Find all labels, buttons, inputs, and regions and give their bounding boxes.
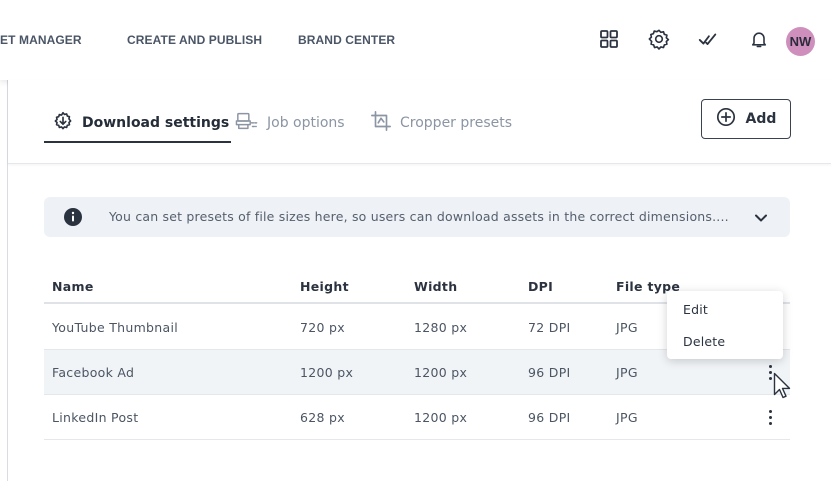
cell-dpi: 96 DPI: [528, 410, 571, 425]
settings-tabs-bar: Download settings Job options Cropper pr…: [8, 80, 831, 164]
cell-height: 720 px: [300, 320, 345, 335]
row-actions-more-icon[interactable]: [763, 406, 777, 428]
tab-label: Download settings: [82, 115, 230, 131]
column-header-dpi[interactable]: DPI: [528, 279, 553, 294]
menu-item-delete[interactable]: Delete: [683, 334, 725, 349]
grid-icon[interactable]: [598, 28, 620, 50]
cell-name: Facebook Ad: [52, 365, 135, 380]
menu-item-edit[interactable]: Edit: [683, 302, 708, 317]
cell-file-type: JPG: [616, 365, 638, 380]
download-settings-icon: [52, 110, 74, 136]
mouse-cursor-icon: [773, 372, 793, 404]
add-button[interactable]: Add: [701, 99, 791, 139]
column-header-height[interactable]: Height: [300, 279, 349, 294]
column-header-name[interactable]: Name: [52, 279, 94, 294]
tab-label: Job options: [267, 115, 345, 131]
row-actions-menu: Edit Delete: [667, 291, 783, 359]
plus-circle-icon: [716, 107, 736, 131]
cell-name: YouTube Thumbnail: [52, 320, 179, 335]
cell-width: 1200 px: [414, 365, 468, 380]
cell-width: 1200 px: [414, 410, 468, 425]
cropper-icon: [370, 110, 392, 136]
job-options-icon: [235, 110, 259, 136]
top-navigation: ET MANAGER CREATE AND PUBLISH BRAND CENT…: [0, 0, 831, 80]
tab-cropper-presets[interactable]: Cropper presets: [370, 106, 512, 140]
table-row[interactable]: LinkedIn Post 628 px 1200 px 96 DPI JPG: [44, 395, 790, 440]
tab-label: Cropper presets: [400, 115, 513, 131]
add-button-label: Add: [745, 111, 777, 127]
user-avatar[interactable]: NW: [786, 27, 815, 56]
column-header-width[interactable]: Width: [414, 279, 457, 294]
settings-icon[interactable]: [648, 28, 670, 50]
cell-height: 628 px: [300, 410, 345, 425]
tab-download-settings[interactable]: Download settings: [52, 106, 229, 140]
cell-dpi: 72 DPI: [528, 320, 571, 335]
cell-dpi: 96 DPI: [528, 365, 571, 380]
cell-file-type: JPG: [616, 410, 638, 425]
cell-name: LinkedIn Post: [52, 410, 139, 425]
info-banner: You can set presets of file sizes here, …: [44, 197, 790, 237]
cell-file-type: JPG: [616, 320, 638, 335]
tasks-check-icon[interactable]: [697, 28, 719, 50]
nav-create-and-publish[interactable]: CREATE AND PUBLISH: [127, 33, 262, 47]
info-icon: [64, 208, 82, 230]
tab-job-options[interactable]: Job options: [235, 106, 345, 140]
banner-text: You can set presets of file sizes here, …: [109, 209, 729, 224]
cell-height: 1200 px: [300, 365, 354, 380]
nav-brand-center[interactable]: BRAND CENTER: [298, 33, 395, 47]
chevron-down-icon[interactable]: [754, 210, 768, 229]
nav-asset-manager[interactable]: ET MANAGER: [0, 33, 82, 47]
notification-bell-icon[interactable]: [748, 28, 770, 50]
active-tab-indicator: [44, 141, 231, 143]
cell-width: 1280 px: [414, 320, 468, 335]
